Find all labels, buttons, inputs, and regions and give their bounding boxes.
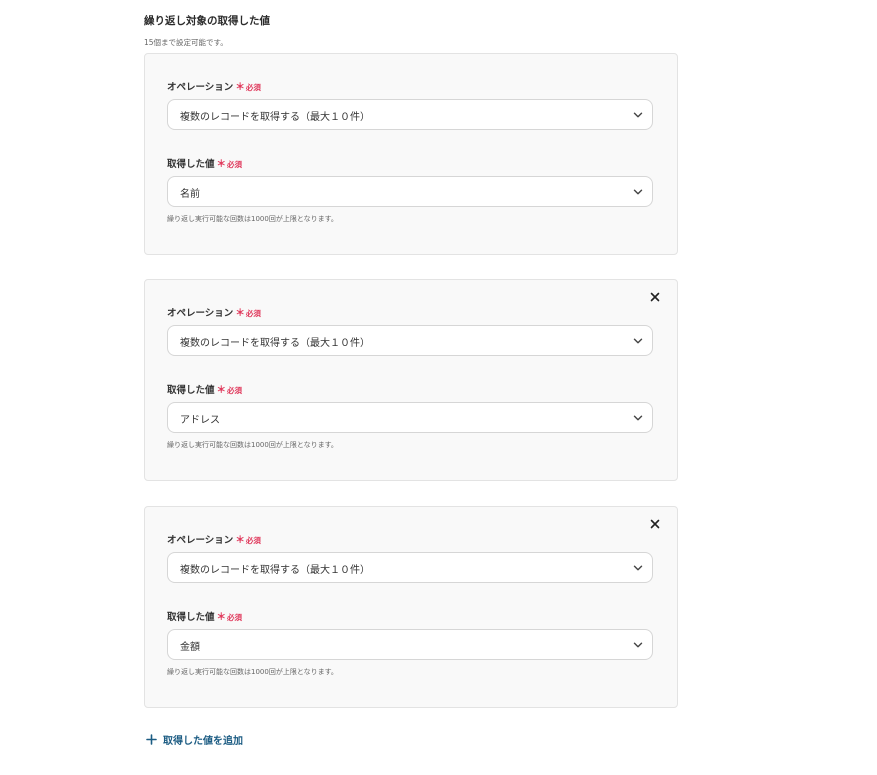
plus-icon [146,734,157,745]
required-badge: 必須 [245,83,261,92]
value-select-value: アドレス [180,415,220,426]
required-badge: 必須 [227,613,243,622]
required-mark: ＊ [216,385,227,396]
chevron-down-icon [633,642,643,648]
chevron-down-icon [633,338,643,344]
operation-select-value: 複数のレコードを取得する（最大１０件） [180,112,370,123]
operation-label-text: オペレーション [167,308,234,319]
value-card-1: オペレーション ＊必須 複数のレコードを取得する（最大１０件） 取得した値 ＊必須 … [144,53,678,255]
operation-select[interactable]: 複数のレコードを取得する（最大１０件） [167,325,653,356]
operation-select-value: 複数のレコードを取得する（最大１０件） [180,565,370,576]
add-value-button[interactable]: 取得した値を追加 [146,732,243,747]
value-label: 取得した値 ＊必須 [167,382,242,396]
close-icon[interactable] [648,517,662,531]
required-badge: 必須 [227,386,243,395]
field-hint: 繰り返し実行可能な回数は1000回が上限となります。 [167,668,338,676]
required-badge: 必須 [227,160,243,169]
operation-label-text: オペレーション [167,82,234,93]
value-card-2: オペレーション ＊必須 複数のレコードを取得する（最大１０件） 取得した値 ＊必須 … [144,279,678,481]
value-label-text: 取得した値 [167,385,215,396]
value-select[interactable]: 金額 [167,629,653,660]
value-select-value: 金額 [180,642,200,653]
operation-select[interactable]: 複数のレコードを取得する（最大１０件） [167,99,653,130]
value-select-value: 名前 [180,189,200,200]
operation-label: オペレーション ＊必須 [167,305,261,319]
operation-label: オペレーション ＊必須 [167,79,261,93]
value-select[interactable]: アドレス [167,402,653,433]
value-label-text: 取得した値 [167,159,215,170]
value-label-text: 取得した値 [167,612,215,623]
chevron-down-icon [633,112,643,118]
close-icon[interactable] [648,290,662,304]
required-mark: ＊ [216,159,227,170]
section-note: 15個まで設定可能です。 [144,38,228,47]
value-select[interactable]: 名前 [167,176,653,207]
field-hint: 繰り返し実行可能な回数は1000回が上限となります。 [167,441,338,449]
required-mark: ＊ [235,308,245,319]
operation-select[interactable]: 複数のレコードを取得する（最大１０件） [167,552,653,583]
operation-select-value: 複数のレコードを取得する（最大１０件） [180,338,370,349]
field-hint: 繰り返し実行可能な回数は1000回が上限となります。 [167,215,338,223]
value-label: 取得した値 ＊必須 [167,609,242,623]
required-mark: ＊ [216,612,227,623]
chevron-down-icon [633,189,643,195]
chevron-down-icon [633,565,643,571]
operation-label: オペレーション ＊必須 [167,532,261,546]
value-card-3: オペレーション ＊必須 複数のレコードを取得する（最大１０件） 取得した値 ＊必須 … [144,506,678,708]
required-badge: 必須 [245,309,261,318]
required-mark: ＊ [235,535,245,546]
required-badge: 必須 [245,536,261,545]
section-title: 繰り返し対象の取得した値 [144,15,270,27]
operation-label-text: オペレーション [167,535,234,546]
required-mark: ＊ [235,82,245,93]
value-label: 取得した値 ＊必須 [167,156,242,170]
add-value-label: 取得した値を追加 [163,736,243,747]
chevron-down-icon [633,415,643,421]
